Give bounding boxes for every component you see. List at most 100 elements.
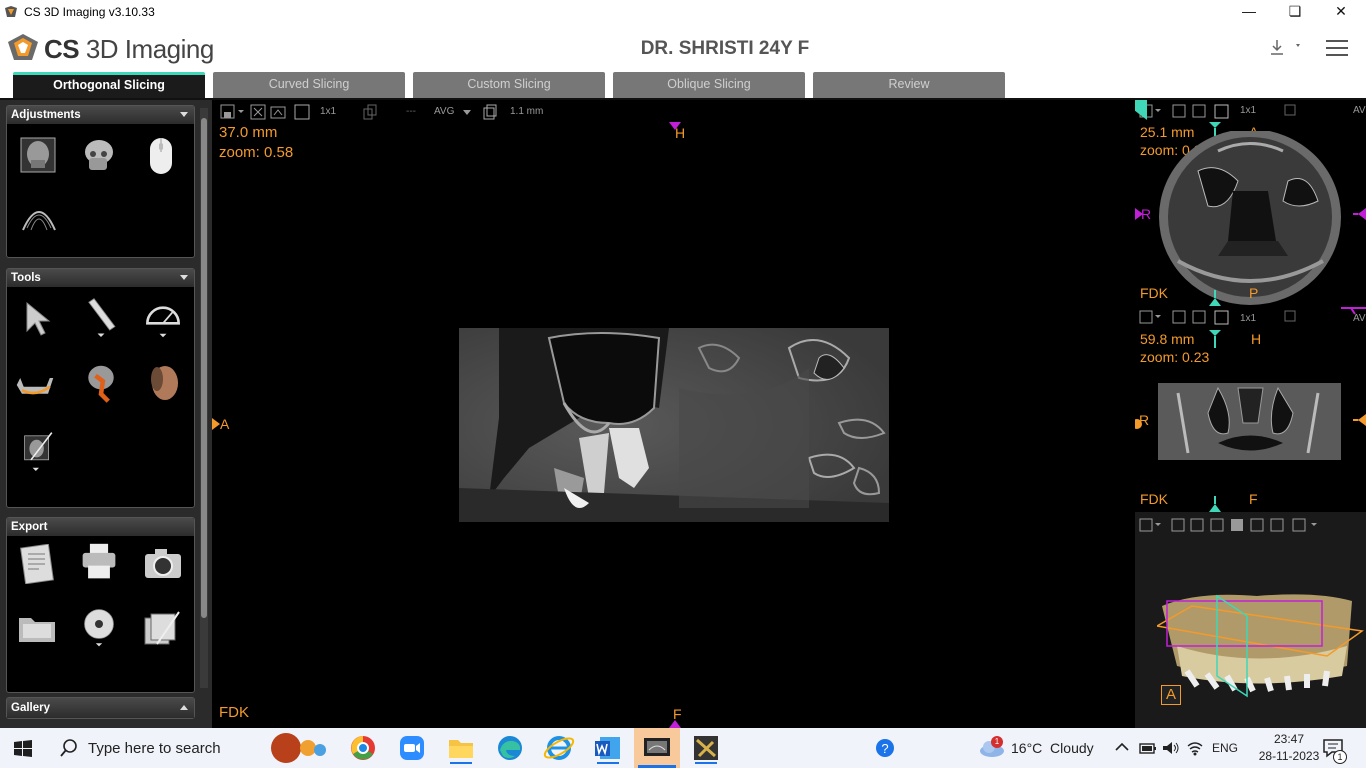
word-icon[interactable] bbox=[587, 732, 629, 764]
scrollbar-thumb[interactable] bbox=[201, 118, 207, 618]
coronal-top-handle-icon[interactable] bbox=[1209, 330, 1221, 348]
axial-layout[interactable]: 1x1 bbox=[1240, 105, 1256, 116]
orientation-cube-label[interactable]: A bbox=[1161, 685, 1181, 705]
menu-icon[interactable] bbox=[1326, 38, 1348, 58]
axial-right-handle-icon[interactable] bbox=[1353, 208, 1366, 220]
mode-dropdown-icon[interactable] bbox=[462, 108, 472, 116]
export-header[interactable]: Export bbox=[7, 518, 194, 536]
coronal-layout[interactable]: 1x1 bbox=[1240, 313, 1256, 324]
image-edit-icon[interactable] bbox=[19, 431, 59, 471]
window-title: CS 3D Imaging v3.10.33 bbox=[24, 5, 155, 19]
coronal-right-handle-icon[interactable] bbox=[1353, 414, 1366, 426]
disc-icon[interactable] bbox=[79, 608, 119, 648]
tools-header[interactable]: Tools bbox=[7, 269, 194, 287]
coronal-mode[interactable]: AV bbox=[1353, 313, 1366, 324]
axial-mode[interactable]: AV bbox=[1353, 105, 1366, 116]
coronal-view[interactable]: 1x1 AV 59.8 mm zoom: 0.23 H R FDK F bbox=[1135, 306, 1366, 512]
save-icon[interactable] bbox=[220, 104, 246, 120]
folder-icon[interactable] bbox=[17, 608, 57, 648]
search-icon bbox=[60, 739, 77, 757]
report-icon[interactable] bbox=[17, 544, 57, 584]
tab-orthogonal-slicing[interactable]: Orthogonal Slicing bbox=[13, 72, 205, 98]
skull-airway-icon[interactable] bbox=[81, 363, 121, 403]
clock-date[interactable]: 28-11-2023 bbox=[1247, 749, 1331, 763]
pointer-icon[interactable] bbox=[19, 299, 59, 339]
skull-3d-icon[interactable] bbox=[79, 136, 119, 176]
chrome-icon[interactable] bbox=[342, 732, 384, 764]
coronal-bottom-handle-icon[interactable] bbox=[1209, 496, 1221, 512]
cs-imaging-app-icon bbox=[644, 738, 670, 756]
screenshot-icon[interactable] bbox=[270, 104, 286, 120]
bottom-slice-handle-icon[interactable] bbox=[669, 720, 681, 728]
windows-start-icon[interactable] bbox=[14, 740, 32, 758]
taskbar-search-input[interactable]: Type here to search bbox=[88, 740, 221, 757]
axial-orientation-left: R bbox=[1141, 206, 1152, 222]
volume-icon[interactable] bbox=[1162, 740, 1180, 756]
tab-oblique-slicing[interactable]: Oblique Slicing bbox=[613, 72, 805, 98]
skull-3d-render bbox=[1157, 594, 1364, 698]
tab-custom-slicing[interactable]: Custom Slicing bbox=[413, 72, 605, 98]
protractor-icon[interactable] bbox=[143, 299, 183, 339]
wifi-icon[interactable] bbox=[1186, 740, 1204, 756]
collapse-arrow-icon bbox=[180, 112, 188, 117]
layout-square-icon[interactable] bbox=[294, 104, 310, 120]
tab-curved-slicing[interactable]: Curved Slicing bbox=[213, 72, 405, 98]
internet-explorer-icon[interactable] bbox=[538, 732, 580, 764]
planets-search-highlight-icon[interactable] bbox=[268, 732, 330, 764]
ct-sagittal-image bbox=[459, 328, 889, 522]
weather-text[interactable]: 16°C Cloudy bbox=[1011, 740, 1094, 756]
printer-icon[interactable] bbox=[79, 542, 119, 582]
show-hidden-icons-chevron-icon[interactable] bbox=[1115, 742, 1129, 752]
tab-review[interactable]: Review bbox=[813, 72, 1005, 98]
export-panel: Export bbox=[6, 517, 195, 693]
export-images-icon[interactable] bbox=[143, 608, 183, 648]
battery-icon[interactable] bbox=[1139, 740, 1157, 756]
face-photo-icon[interactable] bbox=[143, 363, 183, 403]
svg-text:?: ? bbox=[881, 741, 888, 756]
zoom-icon[interactable] bbox=[391, 732, 433, 764]
notification-count: 1 bbox=[1333, 750, 1347, 764]
cs-viewer-icon[interactable] bbox=[685, 732, 727, 764]
edge-icon[interactable] bbox=[489, 732, 531, 764]
file-explorer-icon[interactable] bbox=[440, 732, 482, 764]
input-language[interactable]: ENG bbox=[1212, 741, 1238, 755]
tab-bar: Orthogonal Slicing Curved Slicing Custom… bbox=[0, 72, 1366, 100]
dental-arch-icon[interactable] bbox=[19, 198, 59, 238]
fit-view-icon[interactable] bbox=[250, 104, 266, 120]
main-slice-view[interactable]: 1x1 --- AVG 1.1 mm 37.0 mm zoom: 0.58 H … bbox=[212, 100, 1135, 728]
app-header: CS 3D Imaging DR. SHRISTI 24Y F bbox=[0, 24, 1366, 72]
windows-taskbar: Type here to search ? 1 16°C Cloudy ENG … bbox=[0, 728, 1366, 768]
axial-bottom-handle-icon[interactable] bbox=[1209, 290, 1221, 306]
mouse-icon[interactable] bbox=[141, 136, 181, 176]
close-button[interactable]: ✕ bbox=[1318, 0, 1364, 24]
thickness-icon[interactable] bbox=[482, 104, 498, 120]
minimize-button[interactable]: — bbox=[1226, 0, 1272, 24]
clock-time[interactable]: 23:47 bbox=[1264, 732, 1314, 746]
camera-icon[interactable] bbox=[143, 544, 183, 584]
mandible-nerve-icon[interactable] bbox=[15, 365, 55, 405]
coronal-slice-position: 59.8 mm bbox=[1140, 331, 1195, 347]
coronal-orientation-bottom: F bbox=[1249, 491, 1258, 507]
coronal-orientation-left: R bbox=[1139, 412, 1150, 428]
download-icon[interactable] bbox=[1268, 38, 1302, 58]
slab-thickness[interactable]: 1.1 mm bbox=[510, 106, 543, 117]
patient-name: DR. SHRISTI 24Y F bbox=[640, 38, 810, 59]
volume-3d-view[interactable]: A bbox=[1135, 512, 1366, 728]
left-pane-scrollbar[interactable] bbox=[200, 108, 208, 688]
axial-view[interactable]: 1x1 AV 25.1 mm zoom: 0.23 A R FDK P bbox=[1135, 100, 1366, 306]
layout-label[interactable]: 1x1 bbox=[320, 106, 336, 117]
coronal-orientation-top: H bbox=[1251, 331, 1262, 347]
separator-dashes: --- bbox=[406, 106, 416, 117]
skull-slice-icon[interactable] bbox=[19, 136, 59, 176]
maximize-button[interactable]: ❏ bbox=[1272, 0, 1318, 24]
adjustments-header[interactable]: Adjustments bbox=[7, 106, 194, 124]
projection-mode[interactable]: AVG bbox=[434, 106, 454, 117]
cs-imaging-taskbar-active[interactable] bbox=[634, 728, 680, 768]
help-icon[interactable]: ? bbox=[875, 738, 895, 758]
ruler-icon[interactable] bbox=[81, 297, 121, 337]
weather-badge: 1 bbox=[991, 736, 1003, 748]
gallery-header[interactable]: Gallery bbox=[7, 698, 194, 718]
link-icon[interactable] bbox=[362, 104, 378, 120]
collapse-arrow-icon bbox=[180, 275, 188, 280]
reconstruction-algorithm: FDK bbox=[219, 704, 249, 721]
